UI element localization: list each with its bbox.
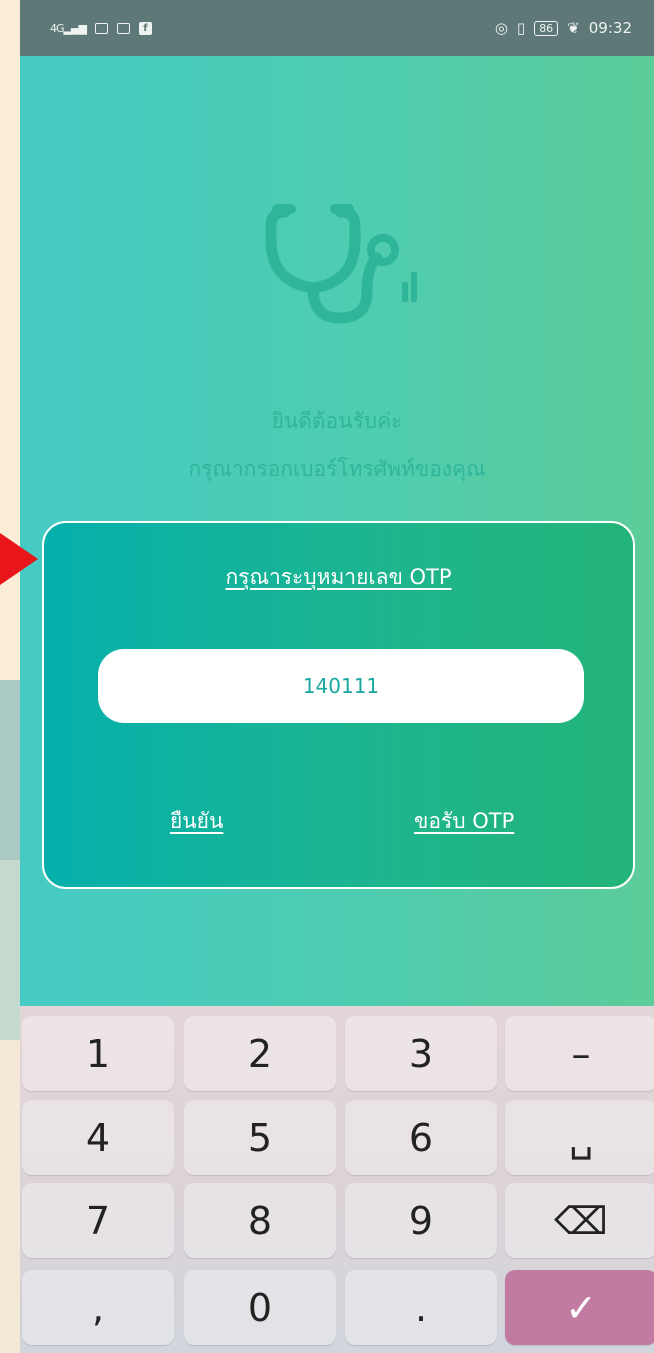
phone-screen: 4G▂▄▆ f ◎ ▯ 86 ❦ 09:32 ยินดีต้อนรับค่ะ ก… xyxy=(20,0,654,1353)
key-minus[interactable]: – xyxy=(505,1016,654,1091)
keyboard-notification-icon xyxy=(94,22,108,34)
otp-dialog: กรุณาระบุหมายเลข OTP ยืนยัน ขอรับ OTP xyxy=(42,521,635,889)
key-6[interactable]: 6 xyxy=(345,1100,497,1175)
key-period[interactable]: . xyxy=(345,1270,497,1345)
status-bar: 4G▂▄▆ f ◎ ▯ 86 ❦ 09:32 xyxy=(20,0,654,56)
welcome-instruction: กรุณากรอกเบอร์โทรศัพท์ของคุณ xyxy=(188,457,486,481)
key-5[interactable]: 5 xyxy=(184,1100,336,1175)
request-otp-button[interactable]: ขอรับ OTP xyxy=(414,805,514,838)
key-8[interactable]: 8 xyxy=(184,1183,336,1258)
key-0[interactable]: 0 xyxy=(184,1270,336,1345)
confirm-button[interactable]: ยืนยัน xyxy=(170,805,223,838)
stethoscope-logo-icon xyxy=(265,204,417,324)
message-notification-icon xyxy=(116,22,130,34)
otp-input[interactable] xyxy=(98,649,584,723)
numeric-keyboard: 1 2 3 – 4 5 6 ␣ 7 8 9 ⌫ , 0 . ✓ xyxy=(20,1006,654,1353)
key-1[interactable]: 1 xyxy=(22,1016,174,1091)
pointer-arrow-icon xyxy=(0,533,38,585)
leaf-icon: ❦ xyxy=(567,19,580,37)
backdrop-cream-bottom xyxy=(0,1040,20,1353)
backspace-key-icon[interactable]: ⌫ xyxy=(505,1183,654,1258)
key-comma[interactable]: , xyxy=(22,1270,174,1345)
key-4[interactable]: 4 xyxy=(22,1100,174,1175)
clock: 09:32 xyxy=(588,19,632,37)
vibrate-icon: ▯ xyxy=(516,19,526,37)
key-7[interactable]: 7 xyxy=(22,1183,174,1258)
enter-checkmark-icon[interactable]: ✓ xyxy=(505,1270,654,1345)
signal-icon: 4G▂▄▆ xyxy=(50,21,87,35)
backdrop-mint xyxy=(0,860,20,1040)
welcome-greeting: ยินดีต้อนรับค่ะ xyxy=(271,409,403,433)
key-3[interactable]: 3 xyxy=(345,1016,497,1091)
key-9[interactable]: 9 xyxy=(345,1183,497,1258)
key-2[interactable]: 2 xyxy=(184,1016,336,1091)
battery-icon: 86 xyxy=(534,20,559,36)
eye-comfort-icon: ◎ xyxy=(494,19,508,37)
facebook-icon: f xyxy=(138,21,152,35)
key-space[interactable]: ␣ xyxy=(505,1100,654,1175)
otp-title: กรุณาระบุหมายเลข OTP xyxy=(225,565,452,589)
backdrop-teal xyxy=(0,680,20,860)
